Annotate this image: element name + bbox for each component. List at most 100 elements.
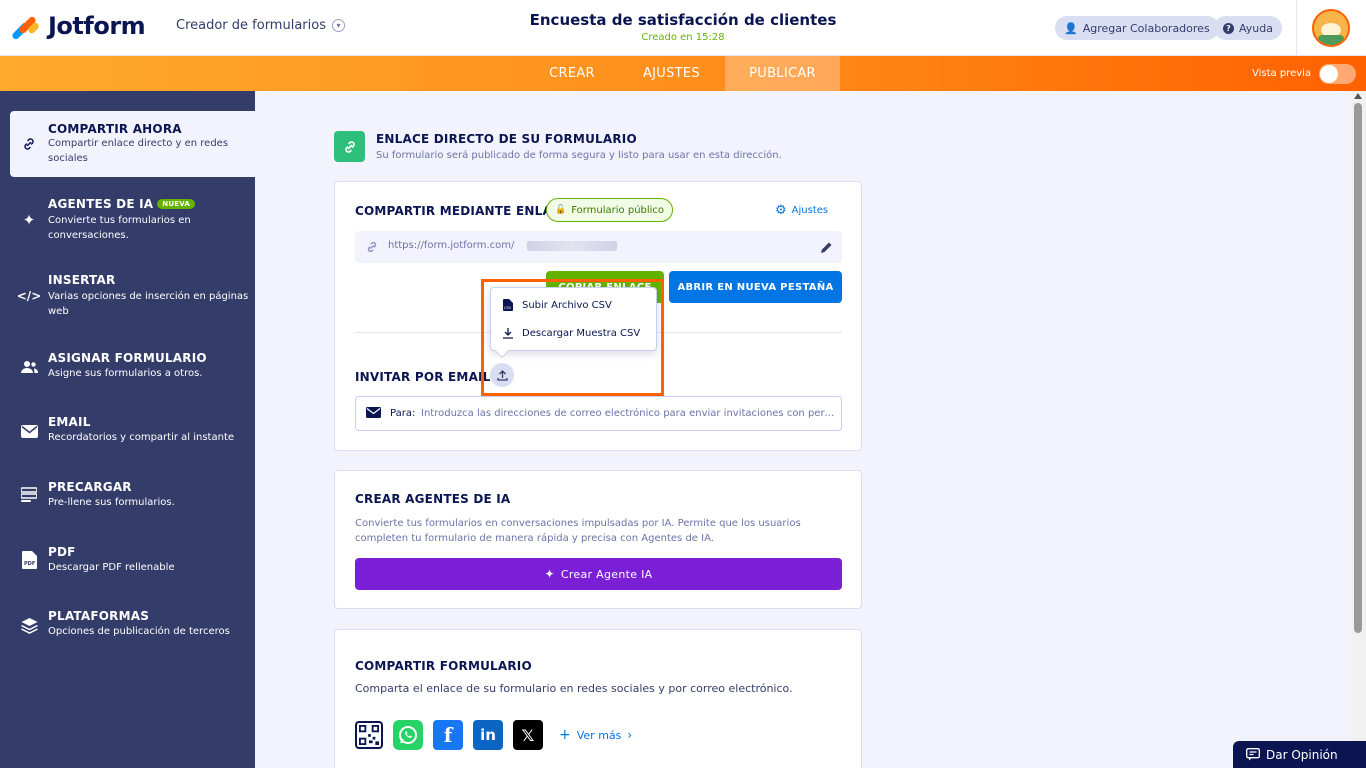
new-badge: NUEVA (157, 199, 195, 209)
email-to-label: Para: (390, 408, 416, 419)
settings-label: Ajustes (791, 205, 829, 216)
page-scrollbar[interactable] (1351, 91, 1366, 768)
ai-agents-card: CREAR AGENTES DE IA Convierte tus formul… (334, 470, 862, 609)
collaborators-label: Agregar Colaboradores (1082, 21, 1210, 35)
sidebar-item-title: ASIGNAR FORMULARIO (48, 351, 207, 365)
envelope-icon (366, 407, 381, 422)
mail-icon (20, 422, 38, 440)
preview-toggle[interactable] (1319, 63, 1357, 84)
ai-agents-card-desc: Convierte tus formularios en conversacio… (355, 518, 801, 544)
sidebar-item-platforms[interactable]: PLATAFORMAS Opciones de publicación de t… (0, 607, 255, 643)
sidebar-item-email[interactable]: EMAIL Recordatorios y compartir al insta… (0, 413, 255, 449)
lock-icon: 🔓 (555, 205, 567, 215)
public-form-badge[interactable]: 🔓 Formulario público (546, 198, 674, 222)
create-ai-agent-label: Crear Agente IA (560, 567, 653, 581)
form-builder-dropdown[interactable]: Creador de formularios ▾ (176, 18, 345, 33)
sidebar-item-desc: Convierte tus formularios en conversacio… (48, 215, 191, 241)
tab-publicar[interactable]: PUBLICAR (725, 56, 840, 91)
sidebar-item-embed[interactable]: </> INSERTAR Varias opciones de inserció… (0, 271, 255, 321)
open-new-tab-button[interactable]: ABRIR EN NUEVA PESTAÑA (669, 271, 842, 303)
share-form-title: COMPARTIR FORMULARIO (355, 659, 532, 673)
form-url-field[interactable]: https://form.jotform.com/ (355, 231, 842, 263)
link-icon (20, 135, 38, 153)
tab-crear[interactable]: CREAR (532, 56, 612, 91)
help-label: Ayuda (1239, 21, 1273, 35)
toggle-knob (1320, 64, 1339, 83)
share-link-title: COMPARTIR MEDIANTE ENLACE (355, 204, 570, 218)
sidebar-item-prefill[interactable]: PRECARGAR Pre-llene sus formularios. (0, 478, 255, 514)
social-buttons: f in 𝕏 + Ver más › (355, 720, 632, 750)
chevron-down-icon: ▾ (331, 19, 345, 32)
preview-toggle-area: Vista previa (1252, 56, 1357, 91)
code-icon: </> (16, 289, 42, 303)
pencil-icon[interactable] (820, 239, 833, 258)
help-button[interactable]: ? Ayuda (1214, 16, 1282, 40)
sidebar-item-title: PLATAFORMAS (48, 609, 150, 623)
sidebar-item-desc: Pre-llene sus formularios. (48, 497, 175, 508)
builder-label: Creador de formularios (176, 18, 326, 33)
question-icon: ? (1223, 22, 1234, 34)
ai-agents-card-title: CREAR AGENTES DE IA (355, 492, 511, 506)
sidebar-item-desc: Varias opciones de inserción en páginas … (48, 291, 249, 317)
x-twitter-icon[interactable]: 𝕏 (513, 720, 543, 750)
sidebar-item-desc: Asigne sus formularios a otros. (48, 368, 203, 379)
form-title[interactable]: Encuesta de satisfacción de clientes (483, 11, 883, 29)
feedback-icon (1246, 748, 1260, 761)
app-root: Jotform Creador de formularios ▾ Encuest… (0, 0, 1366, 768)
sidebar-item-desc: Compartir enlace directo y en redes soci… (48, 138, 229, 164)
avatar-body-icon (1318, 35, 1344, 45)
facebook-icon[interactable]: f (433, 720, 463, 750)
layers-icon (20, 616, 38, 634)
top-nav-bar: CREAR AJUSTES PUBLICAR Vista previa (0, 56, 1366, 91)
list-icon (20, 486, 38, 504)
publish-sidebar: COMPARTIR AHORA Compartir enlace directo… (0, 91, 255, 768)
logo-text: Jotform (48, 12, 146, 40)
invite-email-title: INVITAR POR EMAIL (355, 370, 491, 384)
sidebar-item-desc: Recordatorios y compartir al instante (48, 432, 235, 443)
sidebar-item-title: EMAIL (48, 415, 91, 429)
add-collaborators-button[interactable]: 👤 Agregar Colaboradores (1055, 16, 1219, 40)
sidebar-item-title: COMPARTIR AHORA (48, 122, 182, 136)
see-more-link[interactable]: + Ver más › (559, 727, 632, 743)
chevron-right-icon: › (627, 728, 633, 742)
invite-email-input[interactable]: Para: Introduzca las direcciones de corr… (355, 396, 842, 431)
direct-link-subtitle: Su formulario será publicado de forma se… (376, 150, 782, 161)
link-settings-button[interactable]: ⚙ Ajustes (775, 203, 828, 218)
qr-code-icon[interactable] (355, 721, 383, 749)
whatsapp-icon[interactable] (393, 720, 423, 750)
feedback-button[interactable]: Dar Opinión (1233, 741, 1366, 768)
tab-ajustes[interactable]: AJUSTES (625, 56, 718, 91)
feedback-label: Dar Opinión (1266, 747, 1338, 762)
see-more-label: Ver más (576, 728, 622, 742)
scroll-up-icon[interactable] (1354, 93, 1362, 99)
sidebar-item-pdf[interactable]: PDF PDF Descargar PDF rellenable (0, 543, 255, 579)
sidebar-item-ai-agents[interactable]: ✦ AGENTES DE IA NUEVA Convierte tus formu… (0, 195, 255, 245)
url-link-icon (365, 239, 379, 258)
sidebar-item-assign-form[interactable]: ASIGNAR FORMULARIO Asigne sus formulario… (0, 349, 255, 385)
users-icon (20, 358, 38, 376)
sparkle-icon: ✦ (22, 211, 36, 229)
main-content: ENLACE DIRECTO DE SU FORMULARIO Su formu… (255, 91, 1351, 768)
avatar[interactable] (1312, 9, 1350, 47)
public-form-label: Formulario público (571, 204, 665, 216)
ai-agents-title: AGENTES DE IA (48, 197, 154, 211)
preview-label: Vista previa (1252, 68, 1312, 79)
email-placeholder: Introduzca las direcciones de correo ele… (421, 408, 836, 419)
form-url-text: https://form.jotform.com/ (388, 240, 515, 251)
linkedin-icon[interactable]: in (473, 720, 503, 750)
sidebar-item-title: PRECARGAR (48, 480, 132, 494)
svg-text:PDF: PDF (24, 561, 35, 567)
gear-icon: ⚙ (775, 203, 787, 218)
avatar-area (1296, 0, 1366, 56)
url-redacted-blur (527, 241, 617, 251)
create-ai-agent-button[interactable]: ✦ Crear Agente IA (355, 558, 842, 590)
pdf-icon: PDF (20, 551, 38, 569)
sidebar-item-share-now[interactable]: COMPARTIR AHORA Compartir enlace directo… (10, 111, 255, 177)
share-form-desc: Comparta el enlace de su formulario en r… (355, 682, 793, 695)
jotform-logo[interactable]: Jotform (10, 12, 146, 41)
sparkle-icon: ✦ (544, 567, 555, 581)
top-header: Jotform Creador de formularios ▾ Encuest… (0, 0, 1366, 56)
sidebar-item-title: PDF (48, 545, 76, 559)
plus-icon: + (559, 727, 571, 743)
scrollbar-thumb[interactable] (1354, 103, 1362, 633)
